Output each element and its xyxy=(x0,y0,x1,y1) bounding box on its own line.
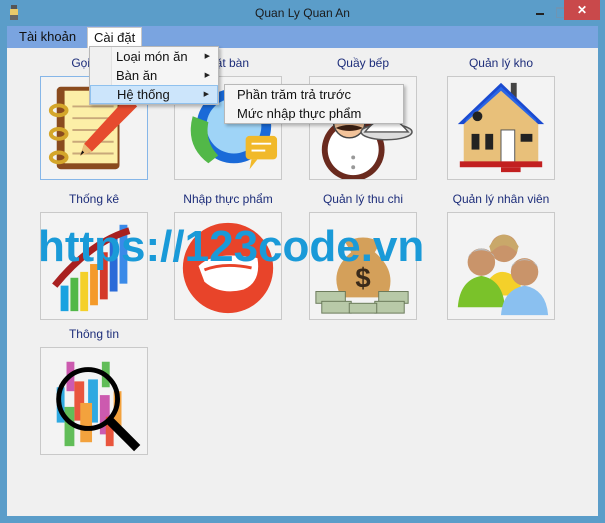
tile-label: Quản lý thu chi xyxy=(322,192,404,206)
tile-label: Nhập thực phẩm xyxy=(183,192,273,206)
close-button[interactable]: ✕ xyxy=(564,0,600,20)
house-icon[interactable] xyxy=(447,76,555,180)
main-panel: Tài khoản Cài đặt Gọi món xyxy=(7,26,598,516)
people-magnifier-icon[interactable] xyxy=(40,347,148,455)
menu-item-ban-an[interactable]: Bàn ăn ▶ xyxy=(90,66,218,85)
menu-item-label: Bàn ăn xyxy=(116,68,158,83)
settings-dropdown: Loại món ăn ▶ Bàn ăn ▶ Hệ thống ▶ xyxy=(89,46,219,105)
submenu-arrow-icon: ▶ xyxy=(204,72,210,79)
tile-label: Thống kê xyxy=(68,192,120,206)
tile-label: Quản lý kho xyxy=(468,56,534,70)
food-import-icon[interactable] xyxy=(174,212,282,320)
submenu-arrow-icon: ▶ xyxy=(204,53,210,60)
menu-cai-dat[interactable]: Cài đặt xyxy=(87,27,143,48)
menu-item-he-thong[interactable]: Hệ thống ▶ xyxy=(90,85,218,104)
system-submenu: Phần trăm trả trước Mức nhập thực phẩm xyxy=(224,84,404,124)
money-bag-icon[interactable]: $ xyxy=(309,212,417,320)
menu-item-muc-nhap-thuc-pham[interactable]: Mức nhập thực phẩm xyxy=(225,104,403,123)
menu-item-label: Hệ thống xyxy=(117,87,170,102)
menu-bar: Tài khoản Cài đặt xyxy=(7,26,598,48)
tile-label: Quầy bếp xyxy=(336,56,390,70)
window-title: Quan Ly Quan An xyxy=(255,6,350,20)
menu-item-phan-tram-tra-truoc[interactable]: Phần trăm trả trước xyxy=(225,85,403,104)
staff-group-icon[interactable] xyxy=(447,212,555,320)
menu-item-loai-mon-an[interactable]: Loại món ăn ▶ xyxy=(90,47,218,66)
menu-item-label: Loại món ăn xyxy=(116,49,188,64)
minimize-button[interactable] xyxy=(530,2,550,20)
app-window: Quan Ly Quan An ✕ Tài khoản Cài đặt Gọi … xyxy=(0,0,605,523)
submenu-arrow-icon: ▶ xyxy=(203,91,209,98)
tile-label: Thông tin xyxy=(68,327,120,341)
svg-text:$: $ xyxy=(355,263,370,294)
bar-chart-icon[interactable] xyxy=(40,212,148,320)
tile-label: Quản lý nhân viên xyxy=(452,192,550,206)
title-bar[interactable]: Quan Ly Quan An ✕ xyxy=(0,0,605,26)
menu-tai-khoan[interactable]: Tài khoản xyxy=(13,27,82,48)
